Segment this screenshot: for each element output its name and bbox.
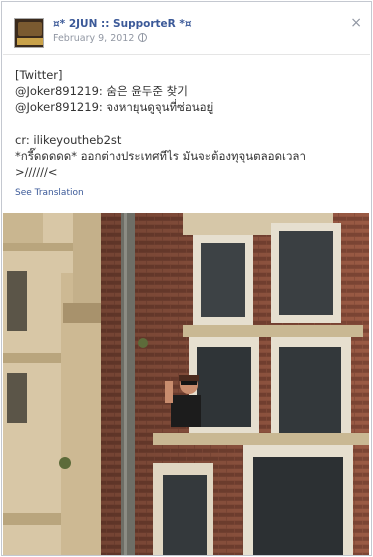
- post-line: @Joker891219: จงหายุนดูจุนที่ซ่อนอยู่: [15, 100, 214, 115]
- page-avatar[interactable]: [14, 18, 44, 48]
- page-name-link[interactable]: ¤* 2JUN :: SupporteR *¤: [53, 18, 192, 30]
- close-icon[interactable]: ×: [350, 16, 362, 30]
- building-photo: [3, 213, 369, 555]
- see-translation-link[interactable]: See Translation: [15, 188, 84, 198]
- header-divider: [3, 54, 370, 55]
- post-card: ¤* 2JUN :: SupporteR *¤ February 9, 2012…: [1, 1, 372, 556]
- post-line: cr: ilikeyoutheb2st: [15, 132, 122, 147]
- post-line: @Joker891219: 숨은 윤두준 찾기: [15, 84, 188, 99]
- post-line: [Twitter]: [15, 68, 63, 82]
- post-line: *กรี๊ดดดดด* ออกต่างประเทศทีไร มันจะต้องท…: [15, 148, 306, 163]
- post-photo[interactable]: [3, 213, 369, 555]
- post-message: [Twitter] @Joker891219: 숨은 윤두준 찾기 @Joker…: [15, 67, 360, 180]
- post-line-blank: [15, 116, 360, 132]
- post-header: ¤* 2JUN :: SupporteR *¤ February 9, 2012…: [2, 2, 371, 50]
- globe-icon: [138, 33, 148, 42]
- post-timestamp[interactable]: February 9, 2012: [53, 33, 148, 44]
- post-date-text[interactable]: February 9, 2012: [53, 33, 134, 44]
- post-line: >//////<: [15, 165, 58, 180]
